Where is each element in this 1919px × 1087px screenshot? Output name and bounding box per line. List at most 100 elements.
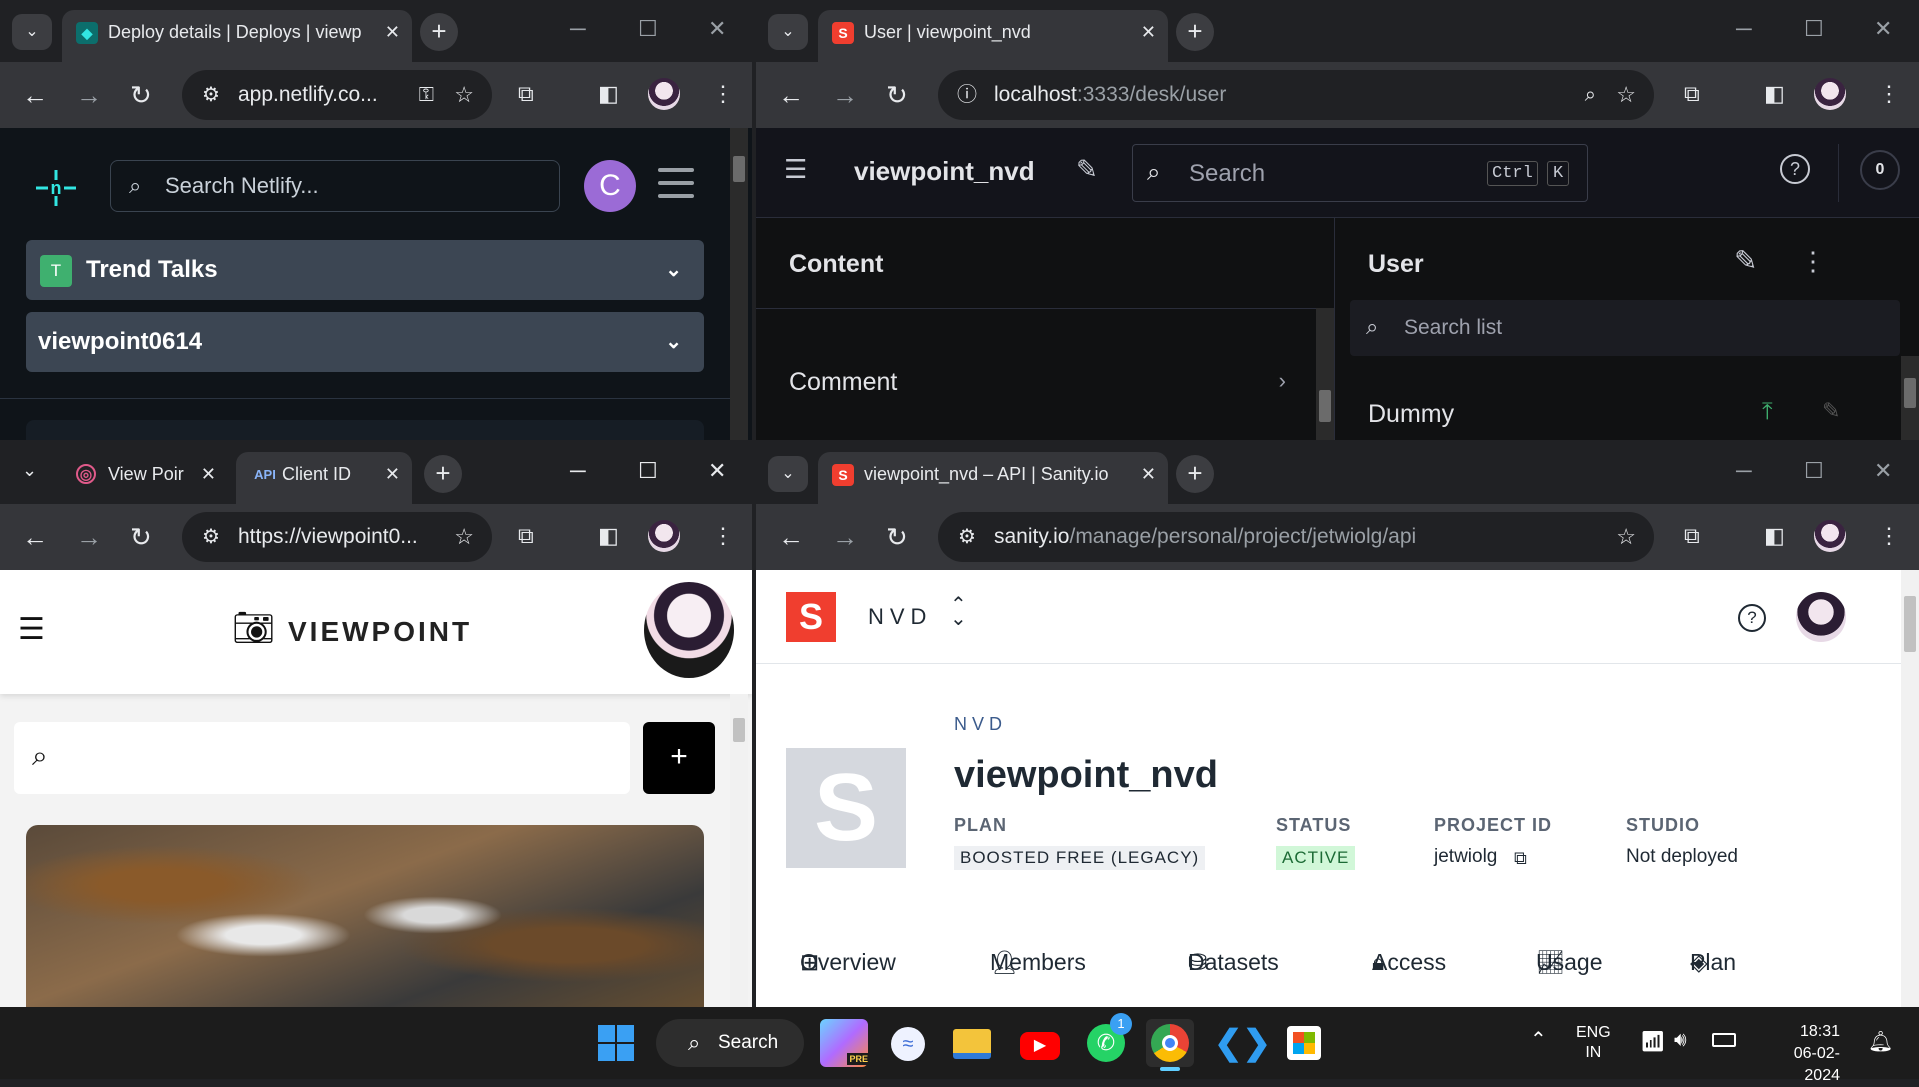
scrollbar[interactable]	[1316, 308, 1334, 440]
minimize-icon[interactable]: ─	[570, 456, 586, 486]
menu-kebab-icon[interactable]: ⋮	[1878, 76, 1900, 112]
site-selector[interactable]: viewpoint0614 ⌄	[26, 312, 704, 372]
close-window-icon[interactable]: ✕	[1874, 456, 1892, 486]
scrollbar[interactable]	[730, 694, 748, 1007]
maximize-icon[interactable]: ☐	[1804, 14, 1824, 44]
studio-search-input[interactable]: ⌕ Search Ctrl K	[1132, 144, 1588, 202]
menu-kebab-icon[interactable]: ⋮	[1878, 518, 1900, 554]
scroll-thumb[interactable]	[733, 156, 745, 182]
maximize-icon[interactable]: ☐	[638, 456, 658, 486]
tray-overflow-icon[interactable]: ⌃	[1530, 1027, 1547, 1052]
back-icon[interactable]: ←	[778, 522, 804, 552]
address-bar[interactable]: ⚙ sanity.io/manage/personal/project/jetw…	[938, 512, 1654, 562]
notification-bell-icon[interactable]: 🔔︎	[1868, 1029, 1893, 1054]
logo-text[interactable]: VIEWPOINT	[288, 616, 472, 648]
start-button[interactable]	[592, 1019, 640, 1067]
youtube-icon[interactable]: ▶	[1016, 1019, 1064, 1067]
volume-icon[interactable]: 🔊︎	[1674, 1029, 1687, 1052]
add-pin-button[interactable]: +	[643, 722, 715, 794]
site-settings-icon[interactable]: ⚙	[196, 512, 226, 562]
profile-avatar[interactable]	[648, 520, 680, 552]
hamburger-menu-icon[interactable]	[658, 168, 694, 198]
close-window-icon[interactable]: ✕	[1874, 14, 1892, 44]
address-bar[interactable]: ⚙ app.netlify.co... ⚿ ☆	[182, 70, 492, 120]
zoom-icon[interactable]: ⌕	[1585, 70, 1596, 120]
profile-avatar[interactable]	[1814, 78, 1846, 110]
close-window-icon[interactable]: ✕	[708, 14, 726, 44]
pane-menu-icon[interactable]: ⋮	[1800, 246, 1826, 277]
studio-name[interactable]: viewpoint_nvd	[854, 156, 1035, 187]
extensions-icon[interactable]: ⧉	[1684, 76, 1700, 112]
tab-search-dropdown[interactable]: ⌄	[12, 14, 52, 50]
team-selector[interactable]: T Trend Talks ⌄	[26, 240, 704, 300]
user-list-item-dummy[interactable]: Dummy ⤒ ✎	[1336, 390, 1895, 440]
extensions-icon[interactable]: ⧉	[518, 518, 534, 554]
scroll-thumb[interactable]	[733, 718, 745, 742]
minimize-icon[interactable]: ─	[1736, 456, 1752, 486]
back-icon[interactable]: ←	[22, 80, 48, 110]
extensions-icon[interactable]: ⧉	[1684, 518, 1700, 554]
extensions-icon[interactable]: ⧉	[518, 76, 534, 112]
maximize-icon[interactable]: ☐	[638, 14, 658, 44]
scrollbar[interactable]	[730, 128, 748, 440]
tab-search-dropdown[interactable]: ⌄	[768, 14, 808, 50]
edge-app-icon[interactable]: ≈	[884, 1019, 932, 1067]
scroll-thumb[interactable]	[1904, 596, 1916, 652]
search-list-input[interactable]: ⌕ Search list	[1350, 300, 1900, 356]
forward-icon[interactable]: →	[76, 522, 102, 552]
file-explorer-icon[interactable]	[948, 1019, 996, 1067]
tab-netlify-deploy[interactable]: ◆ Deploy details | Deploys | viewp ✕	[62, 10, 412, 62]
side-panel-icon[interactable]: ◧	[598, 76, 619, 112]
menu-kebab-icon[interactable]: ⋮	[712, 76, 734, 112]
tab-viewpoint[interactable]: ◎ View Poir ✕	[62, 452, 228, 504]
compose-icon[interactable]: ✎	[1076, 154, 1098, 185]
close-tab-icon[interactable]: ✕	[385, 452, 400, 496]
tab-client-id[interactable]: API Client ID ✕	[236, 452, 412, 504]
bookmark-star-icon[interactable]: ☆	[1616, 70, 1636, 120]
minimize-icon[interactable]: ─	[1736, 14, 1752, 44]
copilot-app[interactable]: PRE	[820, 1019, 870, 1067]
language-indicator[interactable]: ENG IN	[1576, 1023, 1611, 1063]
address-bar[interactable]: ⓘ localhost:3333/desk/user ⌕ ☆	[938, 70, 1654, 120]
user-avatar[interactable]	[1796, 592, 1846, 642]
hamburger-menu-icon[interactable]: ☰	[784, 154, 807, 185]
reload-icon[interactable]: ↻	[886, 522, 908, 552]
forward-icon[interactable]: →	[832, 80, 858, 110]
close-tab-icon[interactable]: ✕	[1141, 10, 1156, 54]
bookmark-star-icon[interactable]: ☆	[1616, 512, 1636, 562]
close-tab-icon[interactable]: ✕	[201, 452, 216, 496]
forward-icon[interactable]: →	[832, 522, 858, 552]
profile-avatar[interactable]	[1814, 520, 1846, 552]
wifi-icon[interactable]: 📶︎	[1640, 1029, 1665, 1054]
pin-image[interactable]	[26, 825, 704, 1007]
side-panel-icon[interactable]: ◧	[1764, 518, 1785, 554]
side-panel-icon[interactable]: ◧	[598, 518, 619, 554]
search-bar[interactable]: ⌕	[14, 722, 630, 794]
help-icon[interactable]: ?	[1738, 604, 1766, 632]
close-window-icon[interactable]: ✕	[708, 456, 726, 486]
info-icon[interactable]: ⓘ	[952, 70, 982, 120]
close-tab-icon[interactable]: ✕	[1141, 452, 1156, 496]
clock[interactable]: 18:31 06-02-2024	[1760, 1021, 1840, 1087]
reload-icon[interactable]: ↻	[886, 80, 908, 110]
new-tab-button[interactable]: +	[1176, 13, 1214, 51]
new-tab-button[interactable]: +	[424, 455, 462, 493]
scroll-thumb[interactable]	[1904, 378, 1916, 408]
content-list-item-comment[interactable]: Comment ›	[756, 354, 1310, 410]
back-icon[interactable]: ←	[778, 80, 804, 110]
forward-icon[interactable]: →	[76, 80, 102, 110]
reload-icon[interactable]: ↻	[130, 80, 152, 110]
vscode-icon[interactable]: ❮❯	[1214, 1019, 1271, 1067]
scrollbar[interactable]	[1901, 570, 1919, 1007]
store-icon[interactable]	[1280, 1019, 1328, 1067]
close-tab-icon[interactable]: ✕	[385, 10, 400, 54]
org-switch-icon[interactable]: ⌃ ⌄	[950, 595, 967, 629]
new-tab-button[interactable]: +	[420, 13, 458, 51]
whatsapp-icon[interactable]: ✆ 1	[1082, 1013, 1132, 1067]
netlify-search-input[interactable]: ⌕ Search Netlify...	[110, 160, 560, 212]
reload-icon[interactable]: ↻	[130, 522, 152, 552]
tab-search-dropdown[interactable]: ⌄	[22, 460, 37, 481]
tab-sanity-user[interactable]: S User | viewpoint_nvd ✕	[818, 10, 1168, 62]
sanity-logo-icon[interactable]: S	[786, 592, 836, 642]
tab-sanity-api[interactable]: S viewpoint_nvd – API | Sanity.io ✕	[818, 452, 1168, 504]
